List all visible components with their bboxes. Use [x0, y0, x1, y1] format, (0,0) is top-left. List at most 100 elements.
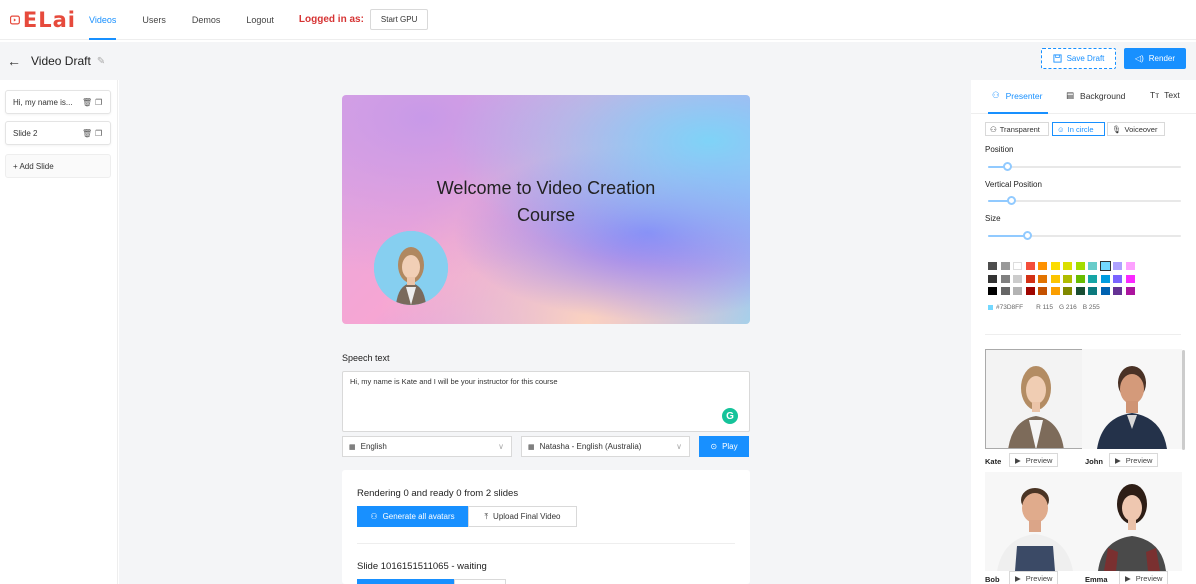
- nav-logout[interactable]: Logout: [233, 0, 287, 40]
- mode-voiceover[interactable]: 🎙 Voiceover: [1107, 122, 1165, 136]
- tab-background[interactable]: ▤ Background: [1066, 90, 1125, 101]
- flag-icon: ▦: [349, 443, 356, 451]
- color-swatch[interactable]: [1125, 262, 1135, 270]
- grammarly-icon[interactable]: G: [722, 408, 738, 424]
- slide-item-2[interactable]: Slide 2 🗑 ❐: [5, 121, 111, 145]
- slider-handle[interactable]: [1023, 231, 1032, 240]
- mode-in-circle[interactable]: ☺ In circle: [1052, 122, 1105, 136]
- presenter-list-scrollbar[interactable]: [1182, 350, 1185, 450]
- divider: [985, 334, 1181, 335]
- color-swatch[interactable]: [1088, 274, 1097, 283]
- hex-value[interactable]: #73D8FF: [996, 304, 1023, 311]
- nav-demos[interactable]: Demos: [179, 0, 234, 40]
- color-swatch[interactable]: [1000, 262, 1010, 270]
- color-swatch[interactable]: [1050, 274, 1060, 283]
- color-swatch[interactable]: [1099, 261, 1111, 271]
- mode-transparent[interactable]: ⚇ Transparent: [985, 122, 1049, 136]
- color-swatch[interactable]: [1125, 287, 1135, 295]
- b-value[interactable]: B 255: [1083, 304, 1100, 311]
- position-slider[interactable]: [988, 162, 1181, 171]
- color-swatch[interactable]: [1063, 262, 1072, 270]
- color-swatch[interactable]: [988, 287, 997, 295]
- preview-button-emma[interactable]: ▶ Preview: [1119, 571, 1169, 584]
- slide-secondary-button[interactable]: [454, 579, 506, 584]
- nav-users[interactable]: Users: [129, 0, 179, 40]
- color-swatch[interactable]: [1000, 287, 1010, 295]
- slider-handle[interactable]: [1007, 196, 1016, 205]
- tab-presenter[interactable]: ⚇ Presenter: [992, 90, 1042, 101]
- color-swatch[interactable]: [1088, 287, 1097, 295]
- slide-canvas[interactable]: Welcome to Video Creation Course: [342, 95, 750, 324]
- color-swatch[interactable]: [1075, 262, 1085, 270]
- color-swatch[interactable]: [1100, 274, 1110, 283]
- presenter-card-bob[interactable]: [985, 472, 1085, 571]
- tab-text[interactable]: Tт Text: [1150, 90, 1180, 100]
- color-swatch[interactable]: [1113, 262, 1122, 270]
- color-swatch[interactable]: [1063, 274, 1072, 283]
- color-swatch[interactable]: [1013, 287, 1022, 295]
- presenter-kate-icon: [986, 350, 1084, 448]
- color-swatch[interactable]: [1038, 262, 1047, 270]
- back-arrow-icon[interactable]: ←: [7, 53, 21, 69]
- presenter-card-kate[interactable]: [985, 349, 1085, 449]
- size-slider[interactable]: [988, 231, 1181, 240]
- color-swatch[interactable]: [988, 262, 997, 270]
- presenter-avatar[interactable]: [374, 231, 448, 305]
- speech-text-input[interactable]: Hi, my name is Kate and I will be your i…: [342, 371, 750, 432]
- color-swatch[interactable]: [1050, 262, 1060, 270]
- color-swatch[interactable]: [1013, 274, 1022, 283]
- preview-button-bob[interactable]: ▶ Preview: [1009, 571, 1059, 584]
- preview-button-john[interactable]: ▶ Preview: [1109, 453, 1159, 467]
- voice-select[interactable]: ▦ Natasha - English (Australia) ∨: [521, 436, 690, 457]
- color-swatch[interactable]: [1050, 287, 1060, 295]
- canvas-title-line2: Course: [516, 205, 576, 225]
- color-swatch[interactable]: [1088, 262, 1097, 270]
- person-icon: ⚇: [990, 124, 997, 134]
- add-slide-button[interactable]: + Add Slide: [5, 154, 111, 178]
- nav-videos[interactable]: Videos: [76, 0, 129, 40]
- render-button[interactable]: ◁) Render: [1124, 48, 1186, 69]
- color-swatch[interactable]: [1038, 274, 1047, 283]
- preview-label: Preview: [1025, 455, 1053, 465]
- preview-button-kate[interactable]: ▶ Preview: [1009, 453, 1059, 467]
- r-value[interactable]: R 115: [1036, 304, 1053, 311]
- color-swatch[interactable]: [1063, 287, 1072, 295]
- upload-video-button[interactable]: ⤒ Upload Final Video: [468, 506, 577, 527]
- color-swatch[interactable]: [1000, 274, 1010, 283]
- start-gpu-button[interactable]: Start GPU: [369, 9, 429, 30]
- position-label: Position: [985, 145, 1014, 154]
- slider-handle[interactable]: [1003, 162, 1012, 171]
- color-swatch[interactable]: [988, 274, 997, 283]
- presenter-card-john[interactable]: [1082, 349, 1182, 449]
- generate-avatars-button[interactable]: ⚇ Generate all avatars: [357, 506, 468, 527]
- play-button[interactable]: ⊙ Play: [699, 436, 749, 457]
- color-swatch[interactable]: [1113, 274, 1122, 283]
- slide-item-1[interactable]: Hi, my name is... 🗑 ❐: [5, 90, 111, 114]
- copy-icon[interactable]: ❐: [95, 129, 102, 138]
- save-draft-button[interactable]: Save Draft: [1041, 48, 1116, 69]
- color-swatch[interactable]: [1013, 262, 1022, 270]
- presenter-name: John: [1085, 457, 1103, 466]
- color-swatch[interactable]: [1038, 287, 1047, 295]
- g-value[interactable]: G 216: [1059, 304, 1077, 311]
- color-swatch[interactable]: [1125, 274, 1135, 283]
- color-swatch[interactable]: [1075, 287, 1085, 295]
- color-swatch[interactable]: [1075, 274, 1085, 283]
- logo[interactable]: ELai: [10, 8, 76, 32]
- copy-icon[interactable]: ❐: [95, 98, 102, 107]
- color-swatch[interactable]: [1100, 287, 1110, 295]
- presenter-card-emma[interactable]: [1082, 472, 1182, 571]
- vertical-position-slider[interactable]: [988, 196, 1181, 205]
- canvas-title[interactable]: Welcome to Video Creation Course: [342, 175, 750, 229]
- color-swatch[interactable]: [1025, 287, 1035, 295]
- slide-action-button[interactable]: [357, 579, 454, 584]
- slide-label: Slide 2: [13, 128, 38, 138]
- color-swatch[interactable]: [1025, 274, 1035, 283]
- logo-mark-icon: [10, 15, 20, 24]
- trash-icon[interactable]: 🗑: [82, 129, 92, 138]
- language-select[interactable]: ▦ English ∨: [342, 436, 512, 457]
- edit-title-icon[interactable]: ✎: [97, 56, 105, 67]
- color-swatch[interactable]: [1113, 287, 1122, 295]
- color-swatch[interactable]: [1025, 262, 1035, 270]
- trash-icon[interactable]: 🗑: [82, 98, 92, 107]
